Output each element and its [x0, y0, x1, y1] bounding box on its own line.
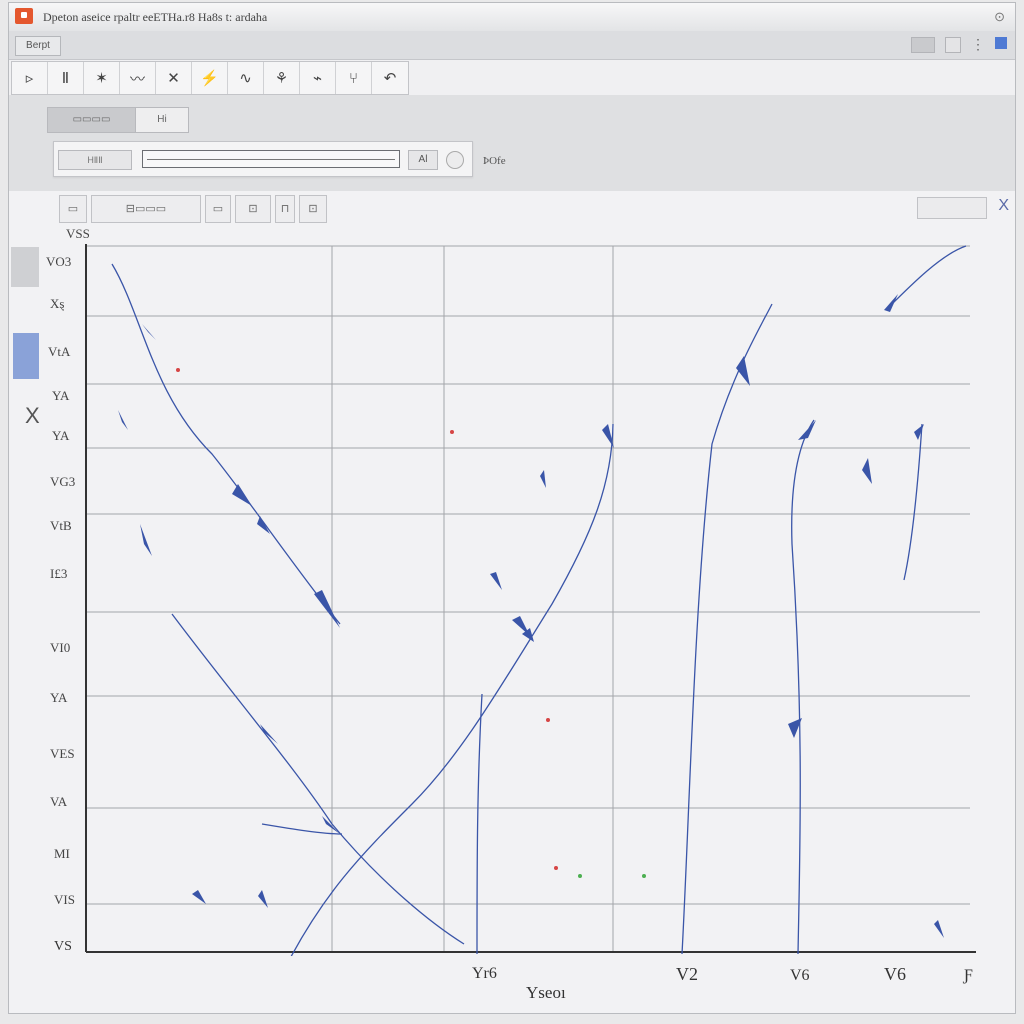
filter-row: HⅡⅡ Al: [53, 141, 473, 177]
panel-toggle-button[interactable]: [911, 37, 935, 53]
subtool-frame-button[interactable]: ▭: [205, 195, 231, 223]
series-line-upper-right: [887, 245, 967, 309]
line-tool-icon[interactable]: ⌁: [300, 62, 336, 94]
undo-tool-icon[interactable]: ↶: [372, 62, 408, 94]
chart-subtoolbar: ▭ ⊟▭▭▭ ▭ ⊡ ⊓ ⊡: [59, 195, 327, 223]
branch-tool-icon[interactable]: ⑂: [336, 62, 372, 94]
segment-right-button[interactable]: Hi: [136, 108, 188, 132]
series-line-descending: [111, 263, 341, 625]
menu-item[interactable]: Berpt: [15, 36, 61, 56]
chart-plot[interactable]: [82, 244, 980, 956]
main-toolbar: ▹ Ⅱ ✶ 〰 ✕ ⚡ ∿ ⚘ ⌁ ⑂ ↶: [11, 61, 409, 95]
data-markers: [118, 294, 944, 938]
accent-dots: [176, 368, 646, 878]
star-tool-icon[interactable]: ✶: [84, 62, 120, 94]
subtool-series-button[interactable]: ⊟▭▭▭: [91, 195, 201, 223]
subtool-grid-button[interactable]: ▭: [59, 195, 87, 223]
options-pane: ▭▭▭▭ Hi HⅡⅡ Al ÞOfe: [9, 95, 1015, 192]
subtool-export-button[interactable]: ⊡: [299, 195, 327, 223]
chart-search-field[interactable]: [917, 197, 987, 219]
grid-lines: [86, 245, 980, 952]
bolt-tool-icon[interactable]: ⚡: [192, 62, 228, 94]
side-panel: [9, 243, 39, 383]
app-icon: [15, 8, 33, 24]
pause-tool-icon[interactable]: Ⅱ: [48, 62, 84, 94]
filter-mode-button[interactable]: HⅡⅡ: [58, 150, 132, 170]
side-panel-tab[interactable]: [11, 247, 39, 287]
view-toggle-button[interactable]: [945, 37, 961, 53]
series-line-right-edge: [903, 423, 923, 581]
segment-left-button[interactable]: ▭▭▭▭: [48, 108, 136, 132]
color-swatch-icon[interactable]: [995, 37, 1007, 49]
filter-label: ÞOfe: [483, 155, 506, 167]
more-icon[interactable]: ⋮: [971, 37, 985, 53]
menu-bar: Berpt ⋮: [9, 31, 1015, 60]
subtool-zoom-button[interactable]: ⊡: [235, 195, 271, 223]
range-slider-field[interactable]: [142, 150, 400, 168]
subtool-bar-button[interactable]: ⊓: [275, 195, 295, 223]
series-line-vertical-a: [476, 693, 483, 955]
cross-tool-icon[interactable]: ✕: [156, 62, 192, 94]
window-control-icon[interactable]: ⊙: [994, 9, 1005, 25]
apply-button[interactable]: Al: [408, 150, 438, 170]
window-title: Dpeton aseice rpaltr eeETHa.r8 Ha8s t: a…: [43, 10, 268, 24]
play-tool-icon[interactable]: ▹: [12, 62, 48, 94]
series-line-crossing-a: [171, 613, 465, 945]
close-chart-button[interactable]: X: [998, 197, 1009, 215]
figure-tool-icon[interactable]: ⚘: [264, 62, 300, 94]
series-line-vertical-b: [681, 303, 773, 955]
bottom-border: [0, 1014, 1024, 1024]
curve-tool-icon[interactable]: ∿: [228, 62, 264, 94]
series-line-vertical-c: [791, 419, 815, 955]
side-panel-active-tab[interactable]: [13, 333, 39, 379]
menu-right-controls: ⋮: [911, 37, 1007, 53]
side-close-icon[interactable]: X: [25, 403, 40, 429]
radio-icon[interactable]: [446, 151, 464, 169]
data-lines: [111, 245, 967, 956]
wave-tool-icon[interactable]: 〰: [120, 62, 156, 94]
title-bar: Dpeton aseice rpaltr eeETHa.r8 Ha8s t: a…: [9, 3, 1015, 32]
segmented-control: ▭▭▭▭ Hi: [47, 107, 189, 133]
